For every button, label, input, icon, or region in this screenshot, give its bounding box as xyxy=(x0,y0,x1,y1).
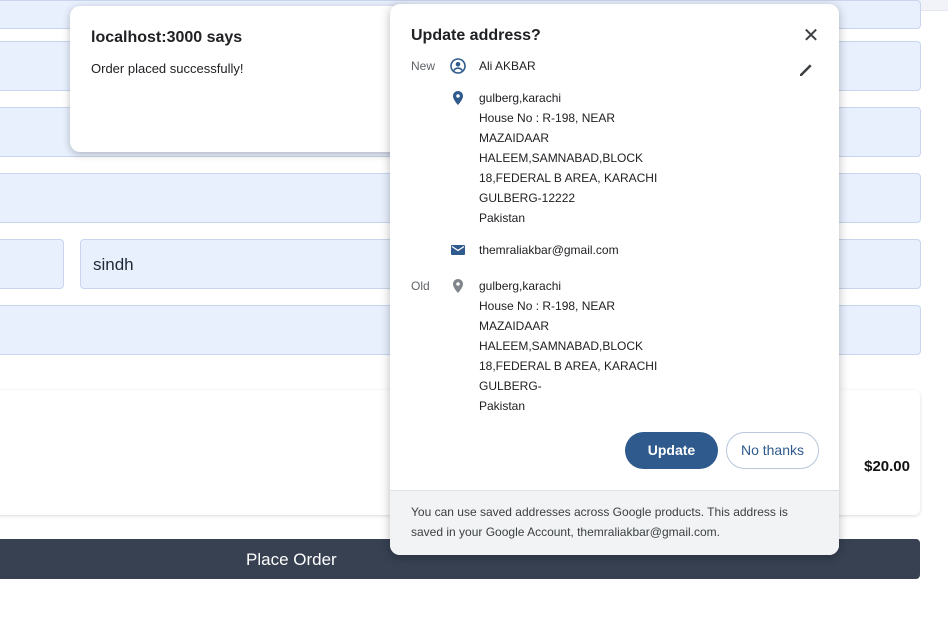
old-label: Old xyxy=(411,279,430,293)
location-pin-icon xyxy=(453,279,463,293)
new-address-line: HALEEM,SAMNABAD,BLOCK xyxy=(479,151,644,165)
new-address-line: GULBERG-12222 xyxy=(479,191,576,205)
old-address-line: House No : R-198, NEAR xyxy=(479,299,616,313)
email-text: themraliakbar@gmail.com xyxy=(479,243,619,257)
close-icon[interactable]: ✕ xyxy=(799,25,823,49)
state-value: sindh xyxy=(93,255,134,274)
order-total: $20.00 xyxy=(864,458,910,475)
mail-icon xyxy=(451,245,465,255)
old-address-line: HALEEM,SAMNABAD,BLOCK xyxy=(479,339,644,353)
new-label: New xyxy=(411,59,436,73)
new-address-line: 18,FEDERAL B AREA, KARACHI xyxy=(479,171,658,185)
footer-text: You can use saved addresses across Googl… xyxy=(411,505,788,539)
popup-title: Update address? xyxy=(411,27,541,44)
new-address-line: gulberg,karachi xyxy=(479,91,562,105)
new-address: gulberg,karachi House No : R-198, NEAR M… xyxy=(479,88,657,228)
city-field[interactable] xyxy=(0,239,64,289)
location-pin-icon xyxy=(453,91,463,105)
account-circle-icon xyxy=(450,58,466,74)
old-address: gulberg,karachi House No : R-198, NEAR M… xyxy=(479,276,657,416)
old-address-line: 18,FEDERAL B AREA, KARACHI xyxy=(479,359,658,373)
old-address-line: Pakistan xyxy=(479,399,526,413)
popup-footer: You can use saved addresses across Googl… xyxy=(390,490,839,555)
browser-alert-dialog: localhost:3000 says Order placed success… xyxy=(70,6,410,152)
update-button[interactable]: Update xyxy=(625,432,718,469)
alert-message: Order placed successfully! xyxy=(91,61,244,76)
old-address-line: GULBERG- xyxy=(479,379,542,393)
contact-name: Ali AKBAR xyxy=(479,59,536,73)
no-thanks-button[interactable]: No thanks xyxy=(726,432,819,469)
pencil-icon[interactable] xyxy=(795,57,819,81)
alert-title: localhost:3000 says xyxy=(91,29,243,46)
place-order-label: Place Order xyxy=(246,550,337,569)
new-address-line: MAZAIDAAR xyxy=(479,131,550,145)
old-address-line: MAZAIDAAR xyxy=(479,319,550,333)
new-address-line: House No : R-198, NEAR xyxy=(479,111,616,125)
new-address-line: Pakistan xyxy=(479,211,526,225)
old-address-line: gulberg,karachi xyxy=(479,279,562,293)
update-address-popup: Update address? ✕ New Ali AKBAR gulberg,… xyxy=(390,4,839,555)
